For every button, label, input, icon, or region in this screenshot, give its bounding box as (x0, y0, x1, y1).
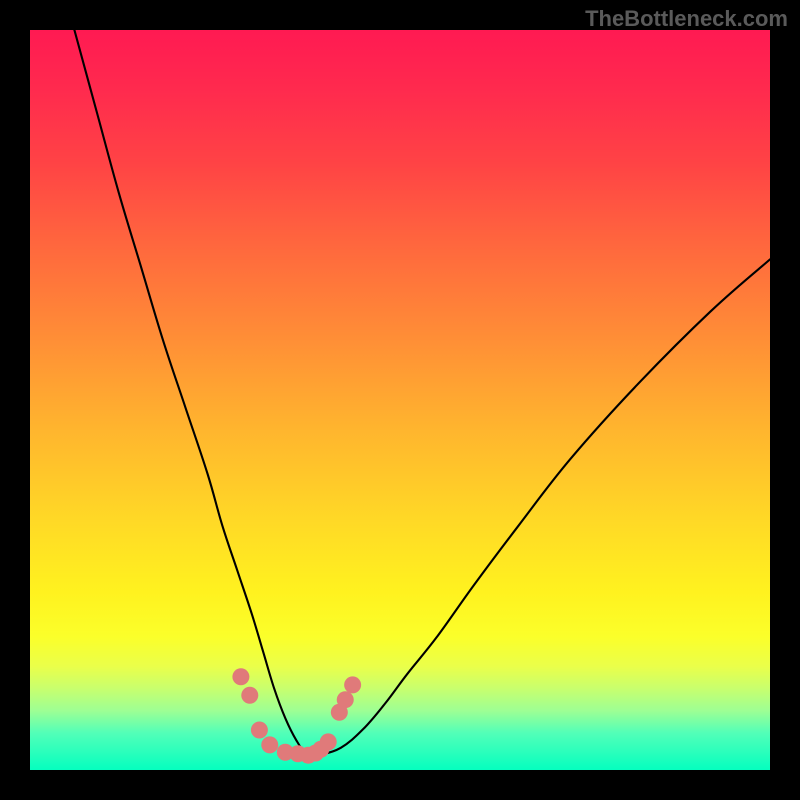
bottleneck-curve (74, 30, 770, 757)
highlight-dot (320, 733, 337, 750)
highlight-dot (344, 676, 361, 693)
highlight-dot (232, 668, 249, 685)
highlight-dot (241, 687, 258, 704)
chart-frame: TheBottleneck.com (0, 0, 800, 800)
plot-area (30, 30, 770, 770)
watermark-text: TheBottleneck.com (585, 6, 788, 32)
highlight-dot (251, 722, 268, 739)
curve-layer (30, 30, 770, 770)
highlight-dot (337, 691, 354, 708)
highlight-dots (232, 668, 361, 763)
highlight-dot (261, 736, 278, 753)
